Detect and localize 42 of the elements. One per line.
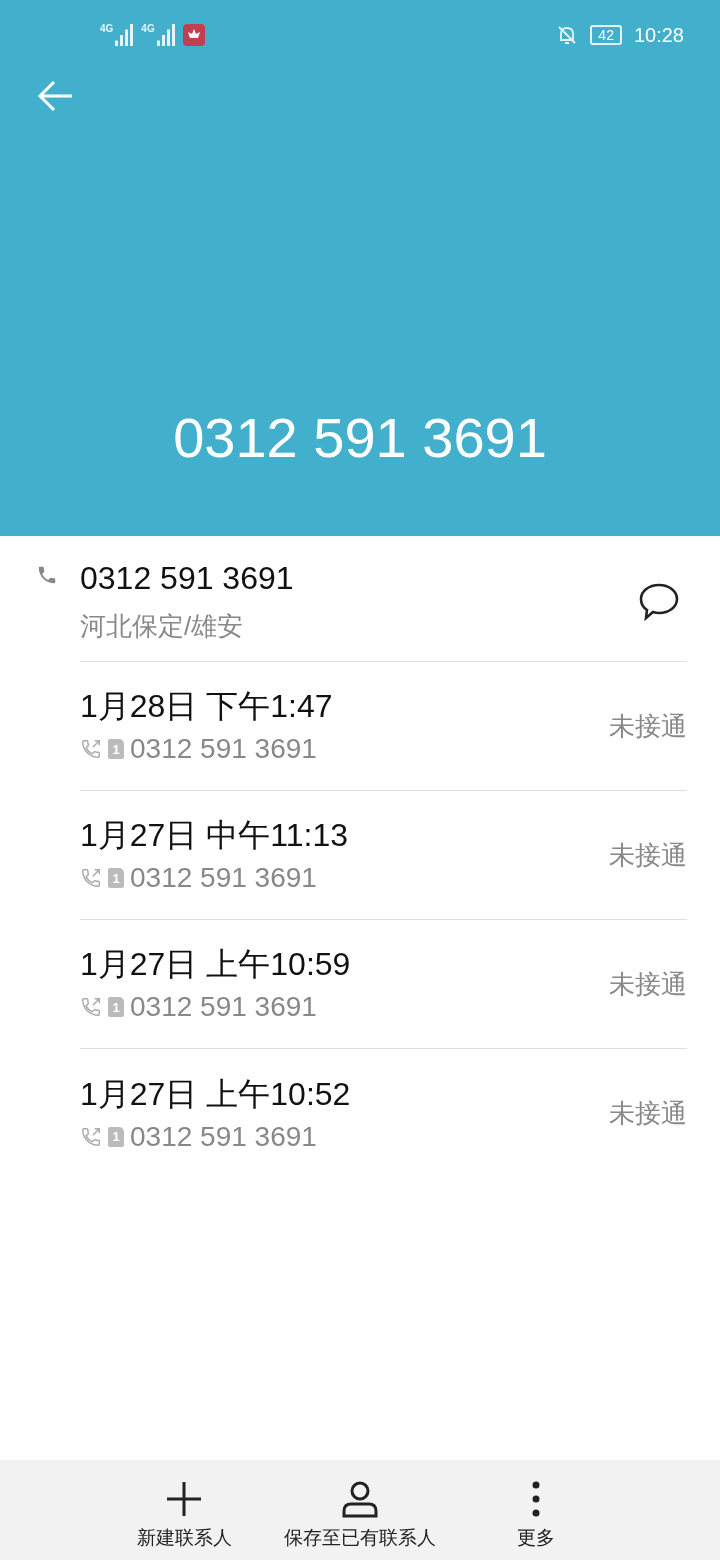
sim-card-badge: 1 [108, 997, 124, 1017]
sim-card-badge: 1 [108, 739, 124, 759]
network-label: 4G [100, 24, 114, 34]
call-log-item[interactable]: 1月27日 上午10:59 1 0312 591 3691 未接通 [80, 920, 687, 1049]
call-time: 1月27日 中午11:13 [80, 816, 349, 855]
action-button[interactable]: 保存至已有联系人 [272, 1460, 448, 1560]
sim-card-badge: 1 [108, 1126, 124, 1147]
clock-time: 10:28 [633, 23, 684, 48]
plus-icon [165, 1480, 203, 1518]
app-notification-icon [182, 24, 205, 46]
call-log-item[interactable]: 1月27日 上午10:52 1 0312 591 3691 未接通 [80, 1049, 687, 1178]
call-number: 0312 591 3691 [130, 861, 317, 895]
signal-icon [156, 24, 177, 46]
phone-icon [36, 564, 58, 586]
call-time: 1月28日 下午1:47 [80, 687, 334, 726]
call-status: 未接通 [609, 838, 687, 872]
call-time: 1月27日 上午10:52 [80, 1074, 352, 1114]
outgoing-call-icon [80, 867, 102, 889]
call-status: 未接通 [609, 1097, 687, 1130]
call-number: 0312 591 3691 [130, 990, 317, 1024]
call-log-item[interactable]: 1月28日 下午1:47 1 0312 591 3691 未接通 [80, 662, 687, 791]
network-label: 4G [141, 24, 155, 34]
sim-card-badge: 1 [108, 868, 124, 888]
call-time: 1月27日 上午10:59 [80, 945, 352, 984]
message-button[interactable] [638, 582, 680, 622]
outgoing-call-icon [80, 996, 102, 1018]
battery-indicator: 42 [590, 25, 622, 45]
more-icon [531, 1480, 541, 1518]
call-log-item[interactable]: 1月27日 中午11:13 1 0312 591 3691 未接通 [80, 791, 687, 920]
outgoing-call-icon [80, 1125, 102, 1148]
phone-number-title: 0312 591 3691 [173, 410, 547, 466]
outgoing-call-icon [80, 738, 102, 760]
phone-number: 0312 591 3691 [80, 559, 295, 598]
person-icon [341, 1480, 379, 1518]
call-status: 未接通 [609, 709, 687, 743]
action-button[interactable]: 更多 [448, 1460, 624, 1560]
call-number: 0312 591 3691 [130, 1119, 317, 1154]
call-status: 未接通 [609, 967, 687, 1001]
signal-icon [115, 24, 136, 46]
call-number: 0312 591 3691 [130, 732, 317, 766]
action-button[interactable]: 新建联系人 [96, 1460, 272, 1560]
location-label: 河北保定/雄安 [80, 610, 245, 643]
